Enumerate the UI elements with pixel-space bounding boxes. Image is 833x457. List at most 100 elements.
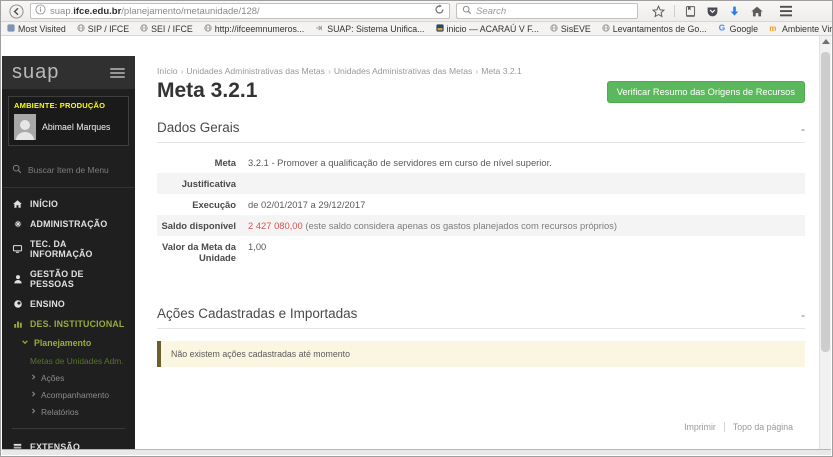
reload-icon[interactable] <box>434 2 445 20</box>
chevron-right-icon <box>30 390 37 400</box>
breadcrumb-separator: › <box>327 66 331 76</box>
suap-site-icon <box>315 24 324 34</box>
sidebar-item-metas-de-unidades-adm[interactable]: Metas de Unidades Adm. <box>2 352 135 369</box>
row-label: Execução <box>192 199 236 210</box>
toolbar-buttons <box>652 4 793 18</box>
bookmark-inicio-acarau-v-f[interactable]: inicio — ACARAÚ V F... <box>435 23 539 34</box>
breadcrumb-separator: › <box>475 66 479 76</box>
bookmarks-menu-icon[interactable] <box>684 5 697 18</box>
bookmark-google[interactable]: G Google <box>718 23 758 34</box>
sidebar-item-administracao[interactable]: ADMINISTRAÇÃO <box>2 214 135 234</box>
sidebar-item-tec-da-informacao[interactable]: TEC. DA INFORMAÇÃO <box>2 234 135 264</box>
sidebar-item-acompanhamento[interactable]: Acompanhamento <box>2 386 135 403</box>
user-name[interactable]: Abimael Marques <box>42 122 110 132</box>
bookmark-http-ifceemnumeros[interactable]: http://ifceemnumeros... <box>204 24 304 34</box>
menu-search-input[interactable]: Buscar Item de Menu <box>2 152 135 188</box>
data-row-meta: Meta 3.2.1 - Promover a qualificação de s… <box>157 152 805 173</box>
bookmark-label: SisEVE <box>560 23 591 34</box>
svg-text:m: m <box>769 24 776 32</box>
footer-link-imprimir[interactable]: Imprimir <box>676 422 724 432</box>
section-acoes-header: Ações Cadastradas e Importadas - <box>157 306 805 329</box>
section-dados-gerais-header: Dados Gerais - <box>157 120 805 143</box>
row-value <box>245 173 805 194</box>
section-title: Dados Gerais <box>157 120 240 135</box>
data-row-valor-da-meta-da-unidade: Valor da Meta da Unidade 1,00 <box>157 236 805 268</box>
home-icon[interactable] <box>750 5 764 18</box>
breadcrumb-separator: › <box>180 66 184 76</box>
menu-divider <box>12 428 125 429</box>
bookmark-ambiente-virtual-de-a[interactable]: m Ambiente Virtual de A... <box>769 24 832 34</box>
url-bar[interactable]: suap.ifce.edu.br/planejamento/metaunidad… <box>30 3 450 19</box>
verify-resources-button[interactable]: Verificar Resumo das Origens de Recursos <box>606 81 805 103</box>
bookmark-star-icon[interactable] <box>652 4 665 18</box>
user-icon <box>12 274 23 284</box>
sidebar-item-planejamento[interactable]: Planejamento <box>2 334 135 352</box>
download-arrow-icon[interactable] <box>728 5 741 18</box>
sidebar-item-des-institucional[interactable]: DES. INSTITUCIONAL <box>2 314 135 334</box>
menu-hamburger-icon[interactable] <box>779 5 793 17</box>
sidebar-hamburger-icon[interactable] <box>110 67 125 78</box>
bookmark-suap-sistema-unifica[interactable]: SUAP: Sistema Unifica... <box>315 24 425 34</box>
sidebar-item-label: Planejamento <box>34 338 92 348</box>
globe-icon <box>602 23 610 34</box>
sidebar-item-acoes[interactable]: Ações <box>2 369 135 386</box>
acarau-site-icon <box>435 23 444 34</box>
scrollbar-thumb[interactable] <box>821 52 830 352</box>
browser-window: suap.ifce.edu.br/planejamento/metaunidad… <box>0 0 833 457</box>
sidebar-item-relatorios[interactable]: Relatórios <box>2 403 135 420</box>
bookmark-label: Most Visited <box>18 23 66 34</box>
breadcrumb-item-unidades-administrativas-das-metas[interactable]: Unidades Administrativas das Metas <box>186 66 325 76</box>
bookmark-most-visited[interactable]: Most Visited <box>7 24 66 34</box>
url-text: suap.ifce.edu.br/planejamento/metaunidad… <box>50 5 260 17</box>
avatar <box>14 114 36 140</box>
sidebar-item-label: Acompanhamento <box>41 389 109 400</box>
footer-link-topo-da-pagina[interactable]: Topo da página <box>723 422 801 432</box>
row-label: Saldo disponível <box>161 220 237 231</box>
bookmark-sip-ifce[interactable]: SIP / IFCE <box>77 24 129 34</box>
back-button[interactable] <box>8 3 24 19</box>
breadcrumb-item-unidades-administrativas-das-metas[interactable]: Unidades Administrativas das Metas <box>334 66 473 76</box>
home-icon <box>12 199 23 209</box>
sidebar-item-gestao-de-pessoas[interactable]: GESTÃO DE PESSOAS <box>2 264 135 294</box>
bar-chart-icon <box>12 319 23 329</box>
breadcrumb-item-inicio[interactable]: Início <box>157 66 178 76</box>
sidebar-item-label: ENSINO <box>30 299 65 309</box>
sidebar-item-ensino[interactable]: ENSINO <box>2 294 135 314</box>
chevron-down-icon <box>21 338 29 348</box>
globe-icon <box>77 23 85 34</box>
bookmark-levantamentos-de-go[interactable]: Levantamentos de Go... <box>602 24 707 34</box>
row-label: Justificativa <box>181 178 236 189</box>
data-row-saldo-disponivel: Saldo disponível 2 427 080,00 (este saldo… <box>157 215 805 236</box>
page-viewport: suap AMBIENTE: PRODUÇÃO Abimael Marques … <box>2 36 831 455</box>
info-icon[interactable] <box>35 2 46 20</box>
collapse-toggle[interactable]: - <box>801 309 805 321</box>
search-input[interactable]: Search <box>456 3 638 19</box>
bookmark-label: Ambiente Virtual de A... <box>782 23 832 34</box>
bookmarks-bar: Most Visited SIP / IFCE SEI / IFCE http://i… <box>1 22 832 36</box>
search-icon <box>462 2 472 20</box>
menu-search-placeholder: Buscar Item de Menu <box>28 165 109 175</box>
bookmark-siseve[interactable]: SisEVE <box>550 24 591 34</box>
bookmark-sei-ifce[interactable]: SEI / IFCE <box>140 24 193 34</box>
collapse-toggle[interactable]: - <box>801 123 805 135</box>
sidebar-item-label: TEC. DA INFORMAÇÃO <box>30 239 93 259</box>
bookmark-label: http://ifceemnumeros... <box>214 23 305 34</box>
pocket-shield-icon[interactable] <box>706 5 719 18</box>
sidebar-item-inicio[interactable]: INÍCIO <box>2 194 135 214</box>
globe-icon <box>140 23 148 34</box>
footer-links: Imprimir Topo da página <box>676 422 801 432</box>
google-icon: G <box>718 23 727 34</box>
page-scrollbar[interactable] <box>819 36 831 449</box>
scrollbar-up-arrow-icon[interactable] <box>820 39 831 49</box>
cog-icon <box>12 219 23 229</box>
sidebar-item-label: INÍCIO <box>30 199 59 209</box>
globe-icon <box>550 23 558 34</box>
sidebar-item-label: DES. INSTITUCIONAL <box>30 319 125 329</box>
search-icon <box>12 161 22 179</box>
window-bottom-edge <box>2 449 831 455</box>
most-visited-icon <box>7 23 15 34</box>
bookmark-label: inicio — ACARAÚ V F... <box>446 23 539 34</box>
sidebar: suap AMBIENTE: PRODUÇÃO Abimael Marques … <box>2 56 135 451</box>
row-value: 1,00 <box>248 241 267 252</box>
row-value: 3.2.1 - Promover a qualificação de servi… <box>248 157 552 168</box>
